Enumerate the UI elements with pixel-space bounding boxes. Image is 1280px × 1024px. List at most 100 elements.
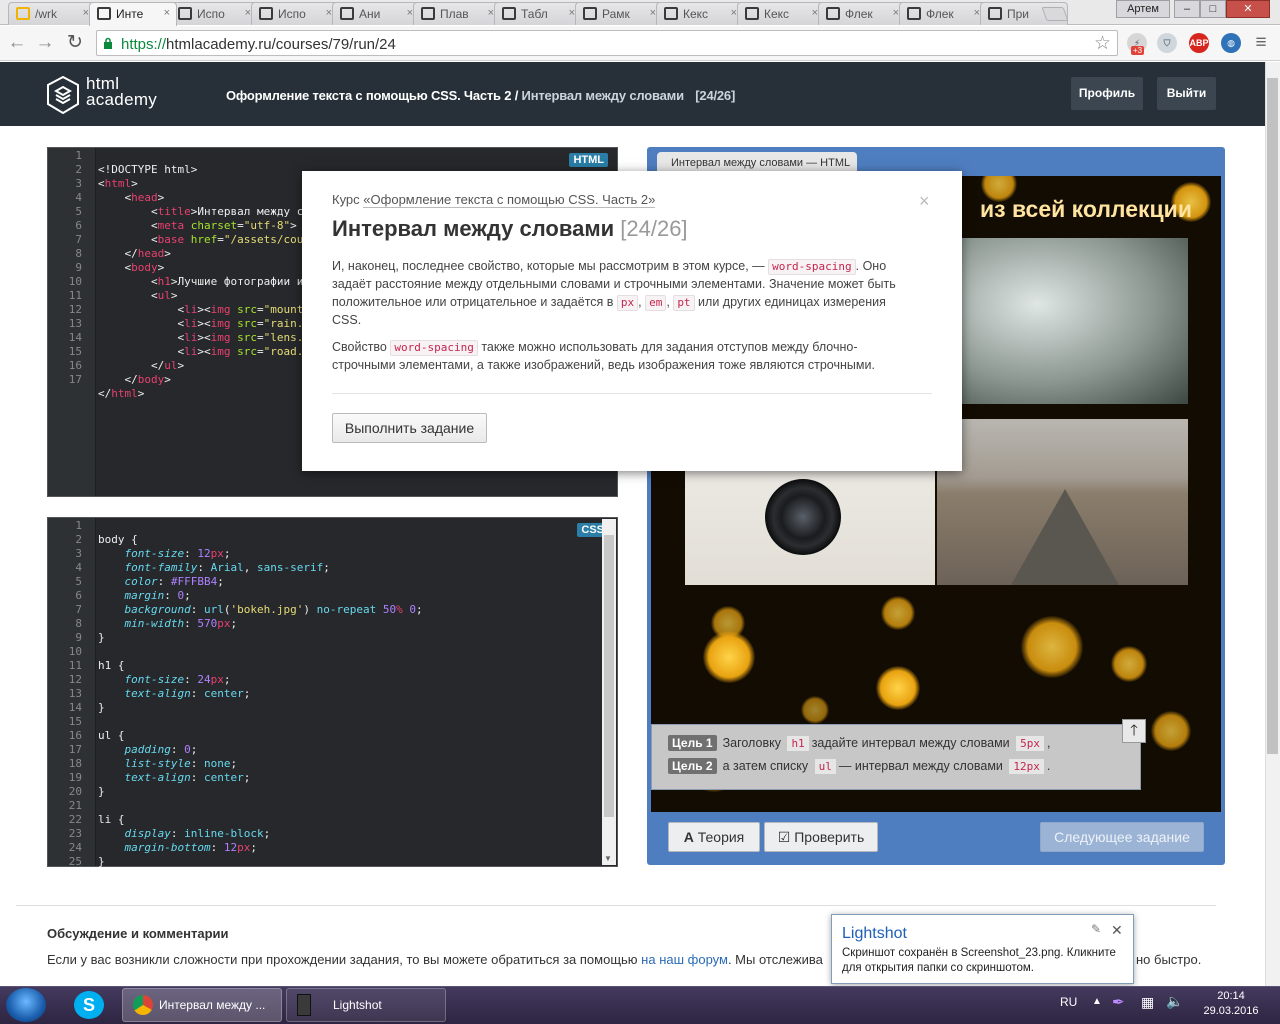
scroll-down-icon[interactable]: ▼ xyxy=(604,854,612,863)
skype-icon[interactable]: S xyxy=(74,991,104,1019)
globe-icon[interactable]: ◍ xyxy=(1221,33,1241,53)
line-number: 14 xyxy=(68,701,82,714)
css-editor[interactable]: 1 2 3 4 5 6 7 8 9 10 11 12 13 14 15 16 17 18 19 20 21 22 23 24 2… xyxy=(47,517,618,868)
browser-tab[interactable]: Табл × xyxy=(494,2,582,25)
line-number: 9 xyxy=(75,631,82,644)
htmlacademy-favicon-icon xyxy=(583,7,597,20)
minimize-button[interactable]: – xyxy=(1174,0,1200,18)
line-number: 14 xyxy=(68,331,82,344)
close-icon[interactable]: × xyxy=(919,191,930,212)
html-line-numbers: 1 2 3 4 5 6 7 8 9 10 11 12 13 14 15 16 17 xyxy=(48,149,82,387)
html-code[interactable]: <!DOCTYPE html> <html> <head> <title>Инте… xyxy=(98,149,310,429)
htmlacademy-favicon-icon xyxy=(259,7,273,20)
new-tab-button[interactable] xyxy=(1041,7,1069,21)
line-number: 1 xyxy=(75,149,82,162)
line-number: 10 xyxy=(68,645,82,658)
css-scrollbar[interactable]: ▼ xyxy=(602,519,616,865)
tray-expand-icon[interactable]: ▲ xyxy=(1092,996,1102,1007)
profile-name: Артем xyxy=(1127,3,1159,15)
bookmark-star-icon[interactable]: ☆ xyxy=(1094,32,1111,55)
pin-icon[interactable]: ✎ xyxy=(1091,922,1101,936)
chrome-icon xyxy=(133,995,153,1015)
tab-label: Плав xyxy=(440,7,469,21)
modal-course-link[interactable]: «Оформление текста с помощью CSS. Часть … xyxy=(363,192,656,208)
menu-icon[interactable]: ≡ xyxy=(1248,30,1274,56)
volume-icon[interactable]: 🔈 xyxy=(1166,993,1183,1010)
run-task-button[interactable]: Выполнить задание xyxy=(332,413,487,443)
logo-text[interactable]: html academy xyxy=(86,75,157,108)
address-bar[interactable]: https://htmlacademy.ru/courses/79/run/24… xyxy=(96,30,1118,56)
browser-tab[interactable]: Кекс × xyxy=(656,2,744,25)
forum-link[interactable]: на наш форум xyxy=(641,952,728,967)
start-button[interactable] xyxy=(6,988,46,1022)
modal-paragraph-2: Свойство word-spacing также можно исполь… xyxy=(332,340,875,372)
line-number: 2 xyxy=(75,163,82,176)
browser-tab[interactable]: Испо × xyxy=(251,2,339,25)
theory-icon: A xyxy=(683,829,694,845)
line-number: 11 xyxy=(68,289,82,302)
goals-panel: Цель 1 Заголовку h1 задайте интервал между… xyxy=(651,724,1141,790)
browser-tab[interactable]: Флек × xyxy=(818,2,906,25)
breadcrumb-course[interactable]: Оформление текста с помощью CSS. Часть 2… xyxy=(226,88,518,103)
forward-icon[interactable]: → xyxy=(32,30,58,56)
profile-button[interactable]: Артем xyxy=(1116,0,1170,18)
tab-label: Кекс xyxy=(764,7,790,21)
line-number: 1 xyxy=(75,519,82,532)
line-number: 16 xyxy=(68,359,82,372)
discussion-text: Если у вас возникли сложности при прохож… xyxy=(47,952,823,967)
browser-tab[interactable]: Рамк × xyxy=(575,2,663,25)
line-number: 13 xyxy=(68,687,82,700)
line-number: 9 xyxy=(75,261,82,274)
logo-icon[interactable] xyxy=(47,76,79,114)
profile-link-button[interactable]: Профиль xyxy=(1071,77,1143,110)
close-window-button[interactable]: ✕ xyxy=(1226,0,1270,18)
check-button[interactable]: ☑ Проверить xyxy=(764,822,878,852)
css-scroll-thumb[interactable] xyxy=(604,535,614,817)
line-number: 21 xyxy=(68,799,82,812)
maximize-button[interactable]: □ xyxy=(1200,0,1226,18)
shield-icon[interactable]: ⛉ xyxy=(1157,33,1177,53)
page-scroll-thumb[interactable] xyxy=(1267,78,1278,754)
browser-tab[interactable]: Плав × xyxy=(413,2,501,25)
back-icon[interactable]: ← xyxy=(4,30,30,56)
taskbar-lightshot[interactable]: Lightshot xyxy=(286,988,446,1022)
clock[interactable]: 20:14 29.03.2016 xyxy=(1198,989,1264,1019)
lightshot-tray-icon[interactable]: ✒ xyxy=(1112,993,1125,1011)
line-number: 13 xyxy=(68,317,82,330)
line-number: 11 xyxy=(68,659,82,672)
line-number: 3 xyxy=(75,547,82,560)
htmlacademy-favicon-icon xyxy=(907,7,921,20)
browser-tab[interactable]: Флек × xyxy=(899,2,987,25)
discussion-title: Обсуждение и комментарии xyxy=(47,926,229,941)
language-indicator[interactable]: RU xyxy=(1060,995,1077,1009)
theory-button[interactable]: A Теория xyxy=(668,822,760,852)
reload-icon[interactable]: ↻ xyxy=(62,30,88,56)
browser-tab[interactable]: Кекс × xyxy=(737,2,825,25)
browser-tab[interactable]: Ани × xyxy=(332,2,420,25)
notification-body[interactable]: Скриншот сохранён в Screenshot_23.png. К… xyxy=(842,946,1128,976)
line-number: 12 xyxy=(68,303,82,316)
photo-rain xyxy=(937,238,1188,404)
adblock-icon[interactable]: ABP xyxy=(1189,33,1209,53)
line-number: 5 xyxy=(75,205,82,218)
line-number: 23 xyxy=(68,827,82,840)
notification-close-icon[interactable]: ✕ xyxy=(1111,922,1123,939)
browser-tab[interactable]: Испо × xyxy=(170,2,258,25)
logout-button[interactable]: Выйти xyxy=(1157,77,1216,110)
browser-tab[interactable]: Инте × xyxy=(89,2,177,26)
lightning-icon xyxy=(16,7,30,20)
line-number: 8 xyxy=(75,617,82,630)
tab-close-icon[interactable]: × xyxy=(164,7,170,19)
line-number: 8 xyxy=(75,247,82,260)
taskbar-chrome[interactable]: Интервал между ... xyxy=(122,988,282,1022)
line-number: 17 xyxy=(68,373,82,386)
browser-tab[interactable]: /wrk × xyxy=(8,2,96,25)
htmlacademy-favicon-icon xyxy=(745,7,759,20)
line-number: 17 xyxy=(68,743,82,756)
next-task-button[interactable]: Следующее задание xyxy=(1040,822,1204,852)
network-icon[interactable]: ▦ xyxy=(1141,994,1154,1011)
css-code[interactable]: body { font-size: 12px; font-family: Ari… xyxy=(98,519,423,911)
line-number: 12 xyxy=(68,673,82,686)
collapse-goals-icon[interactable]: 🡑 xyxy=(1122,719,1146,743)
line-number: 4 xyxy=(75,561,82,574)
